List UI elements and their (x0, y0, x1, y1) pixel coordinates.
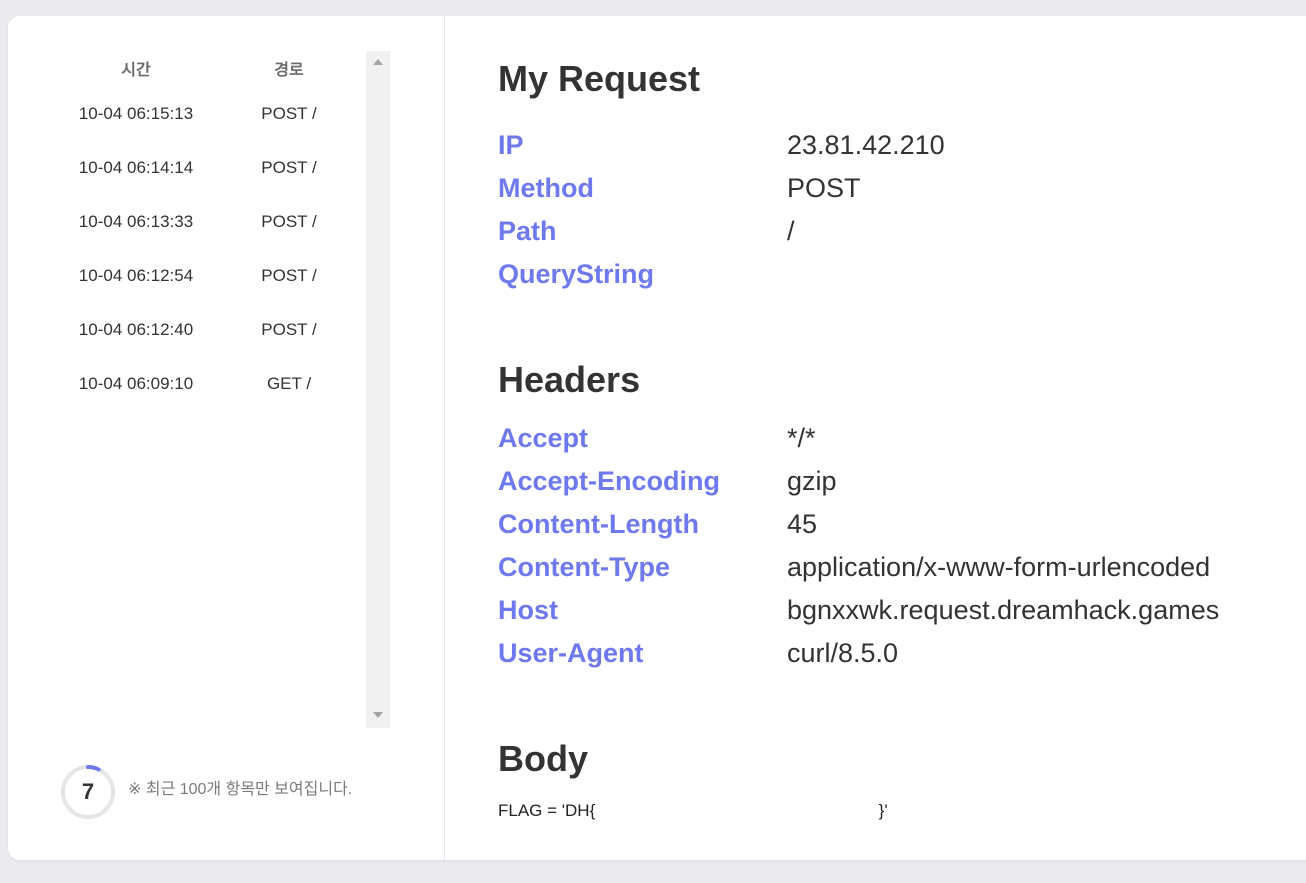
my-request-title: My Request (498, 58, 701, 99)
header-value-user-agent: curl/8.5.0 (787, 638, 899, 668)
request-time: 10-04 06:15:13 (78, 104, 194, 123)
header-value-accept-encoding: gzip (787, 466, 837, 496)
header-value-content-type: application/x-www-form-urlencoded (787, 552, 1211, 582)
header-value-host: bgnxxwk.request.dreamhack.games (787, 595, 1220, 625)
field-value-path: / (787, 216, 795, 246)
headers-title: Headers (498, 359, 641, 400)
field-key-ip: IP (498, 130, 524, 160)
scroll-down-arrow-icon[interactable] (373, 712, 383, 718)
request-row[interactable]: 10-04 06:09:10 GET / (60, 370, 366, 424)
field-value-method: POST (787, 173, 861, 203)
request-row[interactable]: 10-04 06:12:40 POST / (60, 316, 366, 370)
request-path: POST / (261, 212, 317, 231)
request-history-panel: 시간 경로 10-04 06:15:13 POST / 10-04 06:14:… (8, 16, 444, 860)
panel-divider (444, 16, 445, 860)
request-path: POST / (261, 266, 317, 285)
header-key-accept: Accept (498, 423, 589, 453)
request-path: POST / (261, 158, 317, 177)
request-time: 10-04 06:09:10 (78, 374, 194, 393)
request-body-content: FLAG = 'DH{ }' (498, 801, 888, 820)
request-time: 10-04 06:14:14 (78, 158, 194, 177)
request-row[interactable]: 10-04 06:13:33 POST / (60, 208, 366, 262)
header-key-accept-encoding: Accept-Encoding (498, 466, 721, 496)
request-path: POST / (261, 104, 317, 123)
request-time: 10-04 06:12:54 (78, 266, 194, 285)
request-time: 10-04 06:12:40 (78, 320, 194, 339)
time-column-header: 시간 (121, 62, 151, 79)
request-list-header: 시간 경로 (60, 56, 366, 80)
request-row[interactable]: 10-04 06:15:13 POST / (60, 100, 366, 154)
header-value-accept: */* (787, 423, 816, 453)
request-path: GET / (266, 374, 312, 393)
body-title: Body (498, 738, 588, 779)
field-key-path: Path (498, 216, 557, 246)
header-value-content-length: 45 (787, 509, 818, 539)
header-key-host: Host (498, 595, 558, 625)
request-time: 10-04 06:13:33 (78, 212, 194, 231)
scroll-up-arrow-icon[interactable] (373, 59, 383, 65)
header-key-user-agent: User-Agent (498, 638, 644, 668)
request-list-scrollbar[interactable] (366, 51, 390, 728)
field-key-querystring: QueryString (498, 259, 655, 289)
field-key-method: Method (498, 173, 594, 203)
request-list: 10-04 06:15:13 POST / 10-04 06:14:14 POS… (60, 100, 366, 424)
field-value-ip: 23.81.42.210 (787, 130, 945, 160)
header-key-content-type: Content-Type (498, 552, 670, 582)
request-path: POST / (261, 320, 317, 339)
header-key-content-length: Content-Length (498, 509, 699, 539)
path-column-header: 경로 (274, 62, 304, 79)
request-count: 7 (81, 779, 95, 804)
request-row[interactable]: 10-04 06:12:54 POST / (60, 262, 366, 316)
history-limit-note: ※ 최근 100개 항목만 보여집니다. (128, 781, 353, 798)
request-count-indicator: 7 (60, 764, 116, 820)
request-row[interactable]: 10-04 06:14:14 POST / (60, 154, 366, 208)
